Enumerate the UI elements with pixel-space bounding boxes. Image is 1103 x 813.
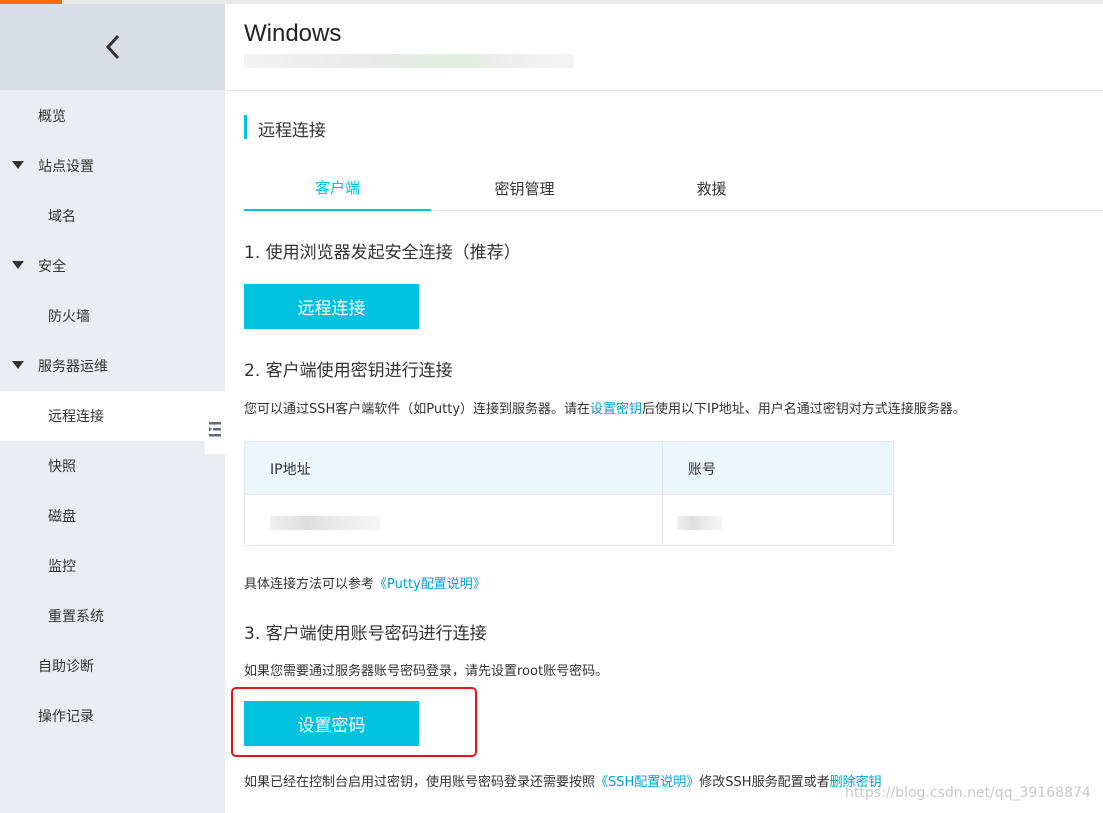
- sidebar-item-label: 监控: [48, 559, 76, 575]
- step2-heading: 2. 客户端使用密钥进行连接: [244, 361, 453, 381]
- set-password-button[interactable]: 设置密码: [244, 701, 419, 746]
- header-account: 账号: [688, 462, 716, 478]
- step1-heading: 1. 使用浏览器发起安全连接（推荐）: [244, 243, 521, 263]
- note-text: 修改SSH服务配置或者: [699, 775, 830, 790]
- step3-description: 如果您需要通过服务器账号密码登录，请先设置root账号密码。: [244, 664, 609, 679]
- tab-client[interactable]: 客户端: [244, 166, 431, 211]
- redacted-instance-info: [244, 54, 574, 68]
- sidebar: 概览 站点设置 域名 安全 防火墙 服务器运维 远程连接 快照 磁盘 监控 重置…: [0, 4, 225, 813]
- remote-connect-button[interactable]: 远程连接: [244, 284, 419, 329]
- sidebar-item-monitor[interactable]: 监控: [0, 541, 225, 591]
- sidebar-item-label: 操作记录: [38, 709, 94, 725]
- step3-heading: 3. 客户端使用账号密码进行连接: [244, 624, 487, 644]
- sidebar-item-label: 重置系统: [48, 609, 104, 625]
- collapse-menu-icon: [209, 422, 221, 437]
- sidebar-collapse-toggle[interactable]: [205, 404, 225, 454]
- sidebar-group-site-settings[interactable]: 站点设置: [0, 141, 225, 191]
- sidebar-item-operation-log[interactable]: 操作记录: [0, 691, 225, 741]
- header-ip-address: IP地址: [270, 462, 311, 478]
- desc-text: 后使用以下IP地址、用户名通过密钥对方式连接服务器。: [642, 402, 966, 417]
- sidebar-item-label: 站点设置: [38, 159, 94, 175]
- putty-reference: 具体连接方法可以参考《Putty配置说明》: [244, 573, 486, 592]
- main-content: Windows 远程连接 客户端 密钥管理 救援 1. 使用浏览器发起安全连接（…: [225, 4, 1103, 813]
- step3-note: 如果已经在控制台启用过密钥，使用账号密码登录还需要按照《SSH配置说明》修改SS…: [244, 771, 882, 790]
- redacted-account: [677, 516, 722, 530]
- sidebar-item-label: 防火墙: [48, 309, 90, 325]
- ssh-config-link[interactable]: 《SSH配置说明》: [595, 775, 699, 790]
- caret-down-icon: [12, 161, 24, 169]
- table-header: [245, 442, 893, 495]
- page-title: Windows: [244, 20, 342, 47]
- sidebar-item-firewall[interactable]: 防火墙: [0, 291, 225, 341]
- putty-config-link[interactable]: 《Putty配置说明》: [374, 577, 486, 592]
- tab-bar: 客户端 密钥管理 救援: [244, 166, 1103, 211]
- back-button[interactable]: [0, 4, 225, 90]
- sidebar-item-overview[interactable]: 概览: [0, 91, 225, 141]
- caret-down-icon: [12, 261, 24, 269]
- sidebar-item-label: 域名: [48, 209, 76, 225]
- step2-description: 您可以通过SSH客户端软件（如Putty）连接到服务器。请在设置密钥后使用以下I…: [244, 398, 966, 417]
- sidebar-item-disk[interactable]: 磁盘: [0, 491, 225, 541]
- section-title: 远程连接: [258, 121, 326, 141]
- tab-rescue[interactable]: 救援: [618, 166, 805, 211]
- desc-text: 您可以通过SSH客户端软件（如Putty）连接到服务器。请在: [244, 402, 591, 417]
- redacted-ip-address: [270, 516, 380, 530]
- sidebar-item-snapshot[interactable]: 快照: [0, 441, 225, 491]
- sidebar-item-domain[interactable]: 域名: [0, 191, 225, 241]
- column-divider: [662, 442, 663, 545]
- section-marker: [244, 115, 247, 139]
- sidebar-item-label: 快照: [48, 459, 76, 475]
- tab-key-management[interactable]: 密钥管理: [431, 166, 618, 211]
- sidebar-item-label: 服务器运维: [38, 359, 108, 375]
- connection-info-table: IP地址 账号: [244, 441, 894, 546]
- sidebar-item-label: 概览: [38, 109, 66, 125]
- sidebar-group-server-ops[interactable]: 服务器运维: [0, 341, 225, 391]
- sidebar-item-reset-system[interactable]: 重置系统: [0, 591, 225, 641]
- note-text: 如果已经在控制台启用过密钥，使用账号密码登录还需要按照: [244, 775, 596, 790]
- sidebar-group-security[interactable]: 安全: [0, 241, 225, 291]
- chevron-left-icon: [105, 34, 119, 60]
- sidebar-item-label: 安全: [38, 259, 66, 275]
- set-key-link[interactable]: 设置密钥: [590, 402, 642, 417]
- watermark: https://blog.csdn.net/qq_39168874: [845, 785, 1091, 801]
- header-divider: [225, 90, 1103, 91]
- sidebar-item-label: 自助诊断: [38, 659, 94, 675]
- sidebar-item-label: 远程连接: [48, 409, 104, 425]
- sidebar-item-self-diagnosis[interactable]: 自助诊断: [0, 641, 225, 691]
- ref-text: 具体连接方法可以参考: [244, 577, 375, 592]
- sidebar-item-label: 磁盘: [48, 509, 76, 525]
- caret-down-icon: [12, 361, 24, 369]
- sidebar-item-remote-connect[interactable]: 远程连接: [0, 391, 225, 441]
